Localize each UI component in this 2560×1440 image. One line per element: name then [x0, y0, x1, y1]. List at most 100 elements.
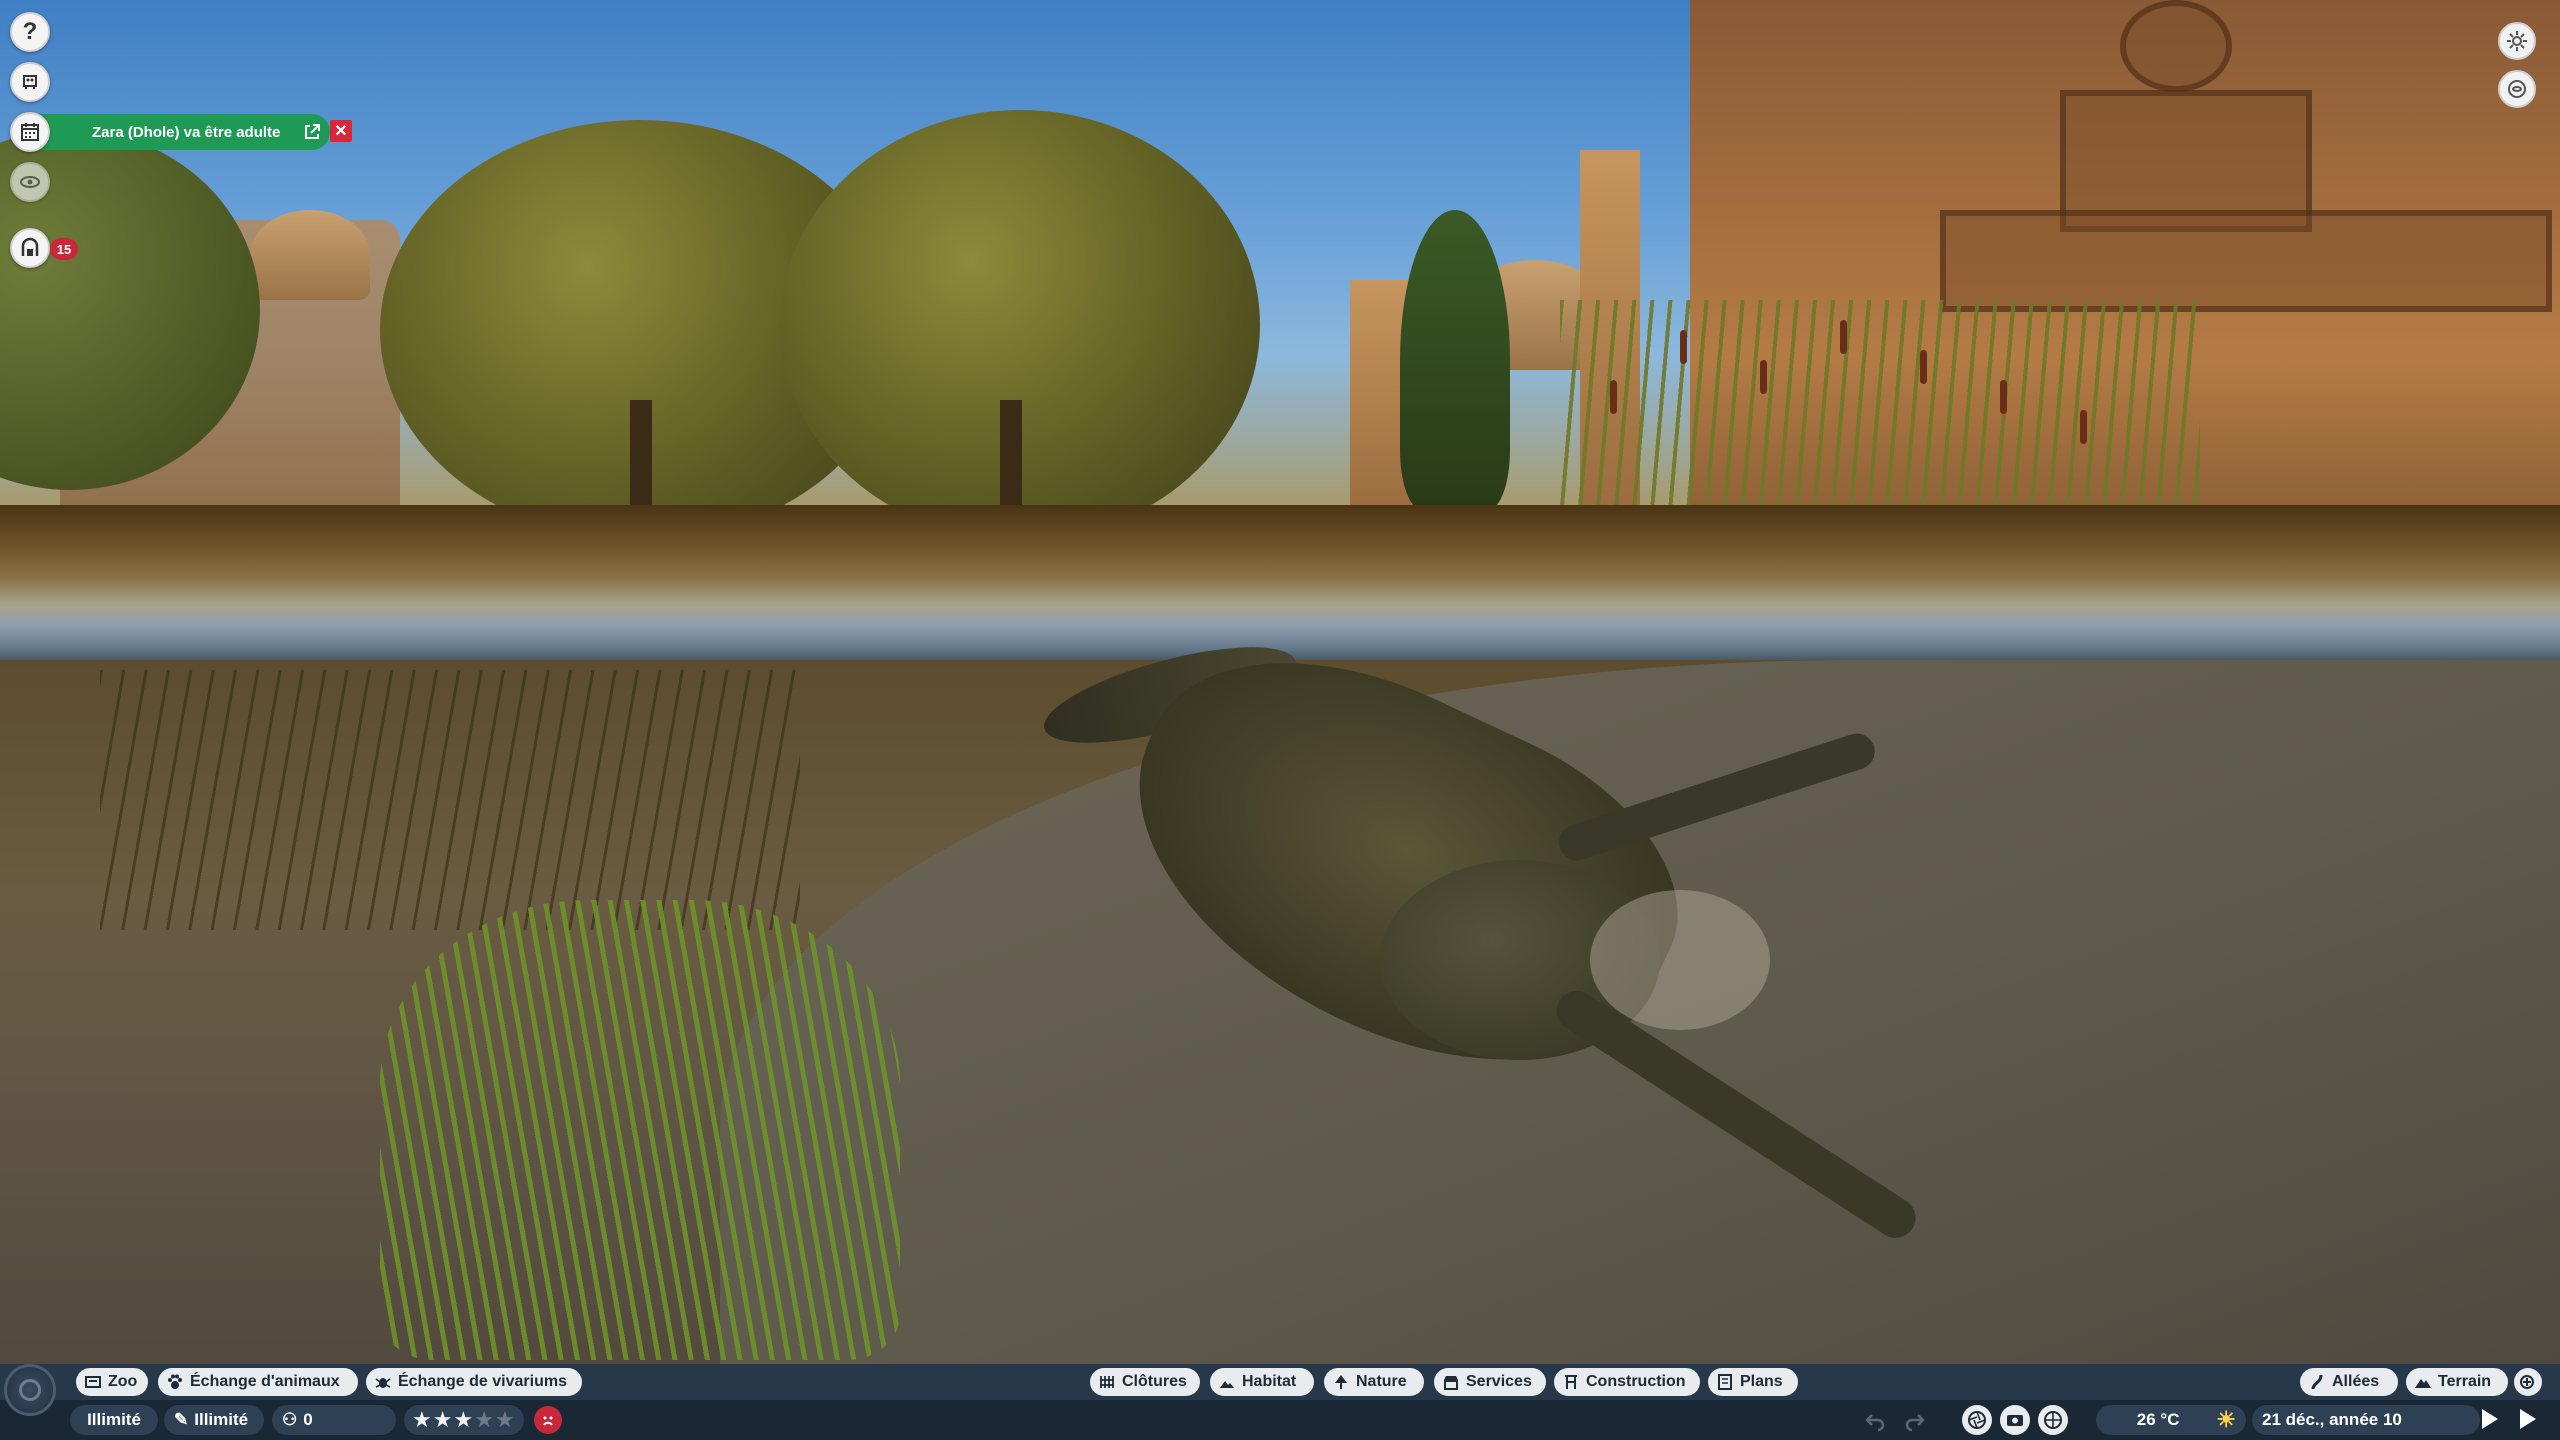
camera-view-icon: [2508, 80, 2526, 98]
money-value: Illimité: [87, 1410, 141, 1429]
tab-habitat-label: Habitat: [1242, 1373, 1297, 1390]
tab-services-label: Services: [1466, 1373, 1532, 1390]
tab-construction-label: Construction: [1586, 1373, 1686, 1390]
zoo-rating[interactable]: ★ ★ ★ ★ ★: [404, 1405, 524, 1435]
blueprint-icon: [1716, 1373, 1734, 1391]
tab-construction[interactable]: Construction: [1554, 1368, 1700, 1396]
game-viewport[interactable]: [0, 0, 2560, 1440]
star-icon: ★: [412, 1407, 432, 1432]
tab-vivarium-exchange[interactable]: Échange de vivariums: [366, 1368, 582, 1396]
temperature-value: 26 °C: [2136, 1410, 2180, 1429]
guest-icon: [21, 237, 39, 256]
unhappy-face-icon[interactable]: [534, 1406, 562, 1434]
notification-banner[interactable]: Zara (Dhole) va être adulte: [40, 114, 330, 150]
external-link-icon[interactable]: [302, 122, 322, 142]
photo-mode-button[interactable]: [1962, 1405, 1992, 1435]
undo-button[interactable]: [1860, 1405, 1890, 1435]
path-icon: [2308, 1373, 2326, 1391]
zoo-icon: [84, 1373, 102, 1391]
play-speed-icon[interactable]: [2482, 1409, 2498, 1429]
tab-barriers[interactable]: Clôtures: [1090, 1368, 1200, 1396]
tab-vivarium-exchange-label: Échange de vivariums: [398, 1373, 567, 1390]
mountain-icon: [2414, 1373, 2432, 1391]
terrain-tools-button[interactable]: [2514, 1368, 2542, 1396]
tab-zoo[interactable]: Zoo: [76, 1368, 148, 1396]
animals-button[interactable]: [10, 62, 50, 102]
help-button[interactable]: ?: [10, 12, 50, 52]
undo-icon: [1865, 1414, 1885, 1432]
fence-icon: [1098, 1373, 1116, 1391]
tab-blueprints[interactable]: Plans: [1708, 1368, 1798, 1396]
guests-display: ⚇ 0: [272, 1405, 396, 1435]
paw-icon: [166, 1373, 184, 1391]
tab-paths-label: Allées: [2332, 1373, 2380, 1390]
aquatic-grass: [380, 900, 900, 1360]
shop-icon: [1442, 1373, 1460, 1391]
weather-display: 26 °C ☀: [2096, 1405, 2246, 1435]
tab-animal-exchange[interactable]: Échange d'animaux: [158, 1368, 358, 1396]
camera-view-button[interactable]: [2498, 70, 2536, 108]
palace-dome: [250, 210, 370, 300]
people-icon: ⚇: [282, 1410, 298, 1429]
palace-medallion: [2120, 0, 2232, 92]
tab-terrain-label: Terrain: [2438, 1373, 2492, 1390]
tab-habitat[interactable]: Habitat: [1210, 1368, 1314, 1396]
camera-icon: [2007, 1415, 2023, 1426]
tab-nature[interactable]: Nature: [1324, 1368, 1424, 1396]
settings-button[interactable]: [2498, 22, 2536, 60]
eye-icon: [20, 176, 40, 188]
money-display: Illimité: [70, 1405, 158, 1435]
cattail: [1920, 350, 1927, 384]
help-icon: ?: [22, 18, 38, 45]
construction-icon: [1562, 1373, 1580, 1391]
research-display: ✎ Illimité: [164, 1405, 264, 1435]
notification-close-button[interactable]: ✕: [330, 120, 352, 142]
cattail: [1680, 330, 1687, 364]
redo-icon: [1905, 1414, 1925, 1432]
visibility-button[interactable]: [10, 162, 50, 202]
notification-text: Zara (Dhole) va être adulte: [92, 123, 281, 141]
camera-button[interactable]: [2000, 1405, 2030, 1435]
water-surface: [0, 505, 2560, 665]
aperture-icon: [1968, 1411, 1986, 1429]
reeds: [1560, 300, 2200, 510]
globe-icon: [2044, 1411, 2062, 1429]
main-menu-knob[interactable]: [4, 1364, 56, 1416]
sun-icon: ☀: [2216, 1407, 2236, 1432]
star-icon: ★: [432, 1407, 453, 1432]
tree-icon: [1332, 1373, 1350, 1391]
tools-icon: [2518, 1373, 2536, 1391]
calendar-icon: [21, 123, 39, 141]
tab-zoo-label: Zoo: [108, 1373, 138, 1390]
star-icon: ★: [494, 1407, 515, 1432]
cypress-tree: [1400, 210, 1510, 510]
cattail: [1760, 360, 1767, 394]
cattail: [2000, 380, 2007, 414]
guests-value: 0: [303, 1410, 313, 1429]
star-icon: ★: [453, 1407, 474, 1432]
star-icon: ★: [474, 1407, 494, 1432]
date-value: 21 déc., année 10: [2262, 1410, 2402, 1429]
research-icon: ✎: [174, 1410, 189, 1429]
tab-blueprints-label: Plans: [1740, 1373, 1783, 1390]
redo-button[interactable]: [1900, 1405, 1930, 1435]
guests-button[interactable]: [10, 228, 50, 268]
gharial-mouth: [1590, 890, 1770, 1030]
research-value: Illimité: [194, 1410, 249, 1429]
habitat-icon: [1218, 1373, 1236, 1391]
cattail: [2080, 410, 2087, 444]
tab-services[interactable]: Services: [1434, 1368, 1546, 1396]
tab-paths[interactable]: Allées: [2300, 1368, 2398, 1396]
palace-frieze: [1940, 210, 2552, 312]
tab-terrain[interactable]: Terrain: [2406, 1368, 2508, 1396]
calendar-button[interactable]: [10, 112, 50, 152]
settings-icon: [2507, 31, 2527, 51]
tab-barriers-label: Clôtures: [1122, 1373, 1187, 1390]
view-mode-button[interactable]: [2038, 1405, 2068, 1435]
tab-animal-exchange-label: Échange d'animaux: [190, 1373, 340, 1390]
animal-icon: [23, 75, 37, 89]
cattail: [1610, 380, 1617, 414]
guests-count-badge: 15: [50, 238, 78, 260]
fast-forward-icon[interactable]: [2520, 1409, 2536, 1429]
cattail: [1840, 320, 1847, 354]
